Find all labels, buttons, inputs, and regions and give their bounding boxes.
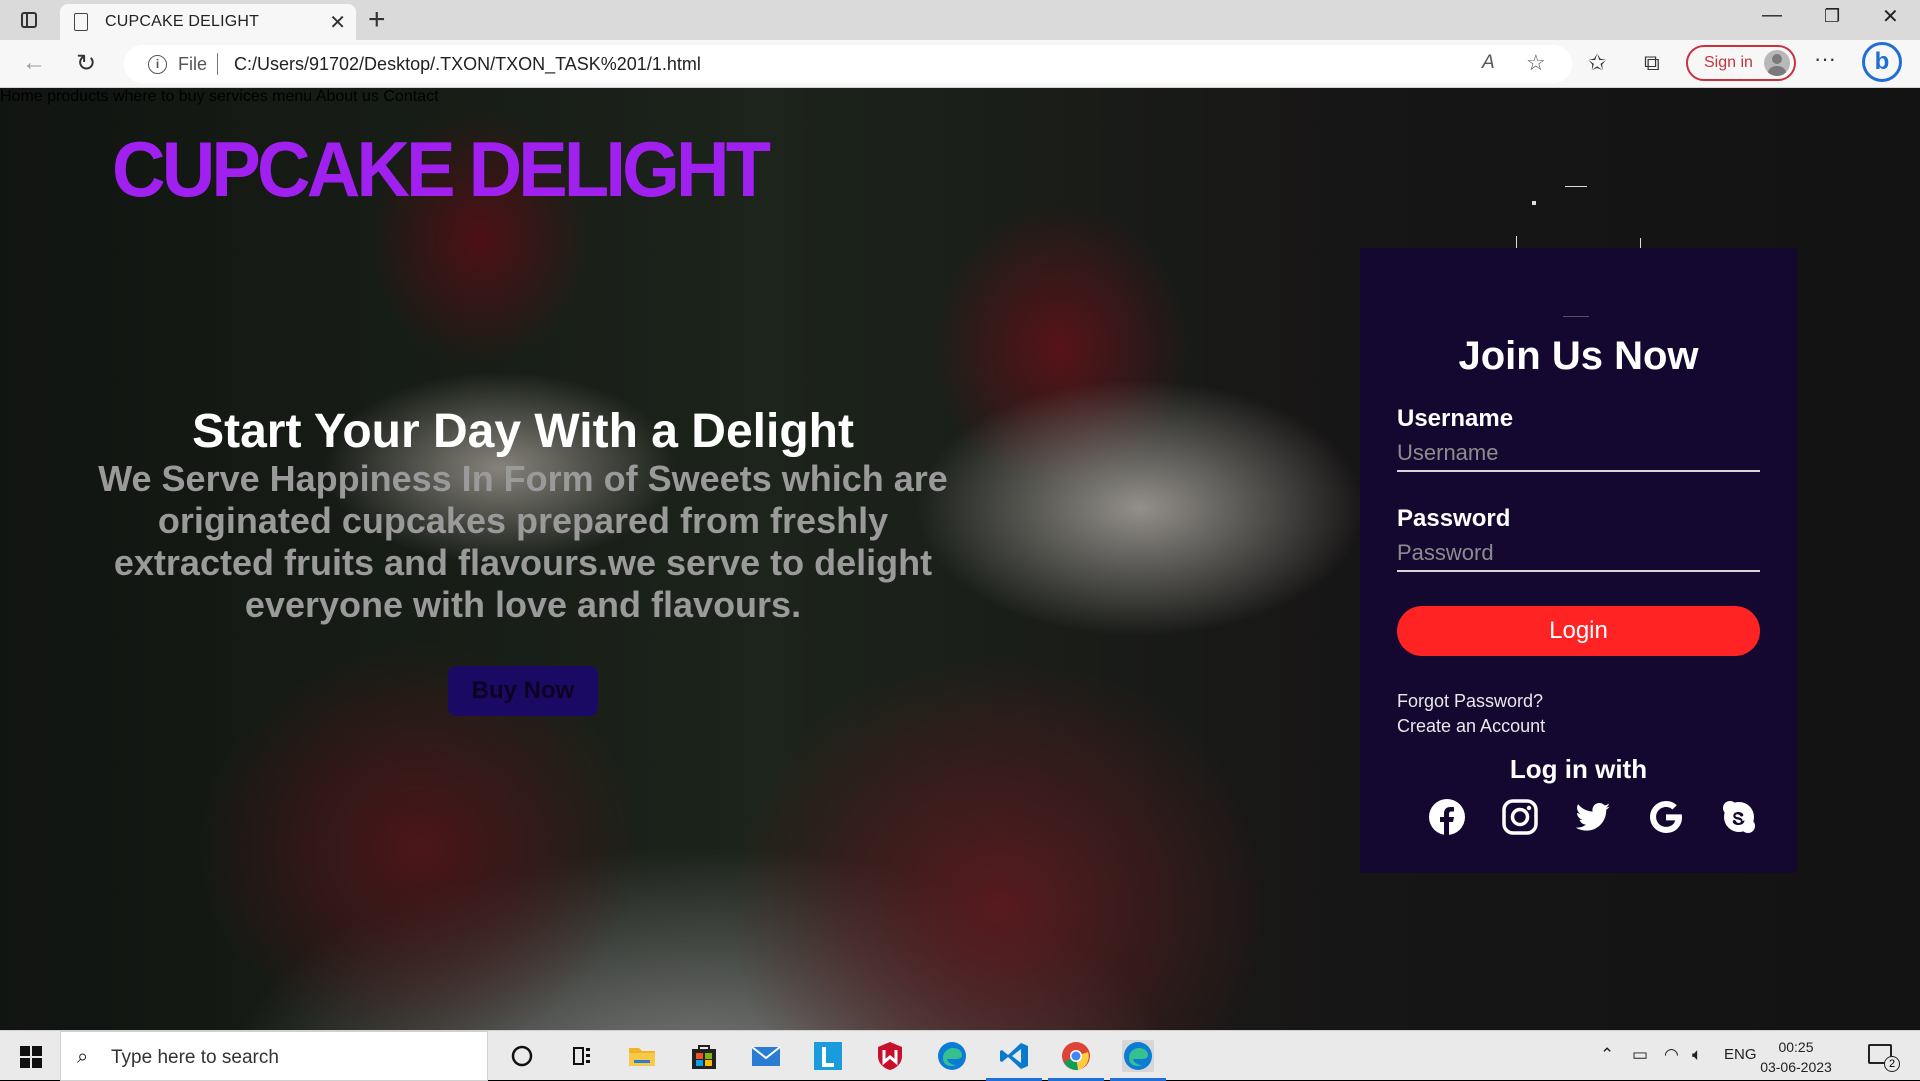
- battery-icon[interactable]: ▭: [1632, 1045, 1648, 1065]
- favorites-icon[interactable]: ✩: [1588, 50, 1606, 76]
- show-hidden-icons-icon[interactable]: ⌃: [1600, 1045, 1614, 1065]
- instagram-icon[interactable]: [1501, 798, 1539, 836]
- chrome-icon[interactable]: [1048, 1040, 1104, 1081]
- address-bar[interactable]: i File C:/Users/91702/Desktop/.TXON/TXON…: [124, 45, 1572, 83]
- notifications-icon[interactable]: 2: [1868, 1044, 1900, 1072]
- login-with-label: Log in with: [1509, 754, 1648, 784]
- search-placeholder: Type here to search: [111, 1047, 279, 1068]
- avatar-icon: [1764, 50, 1790, 76]
- login-title: Join Us Now: [1458, 334, 1699, 378]
- username-label: Username: [1397, 405, 1514, 432]
- buy-now-button[interactable]: Buy Now: [448, 666, 598, 716]
- page-icon: [74, 13, 88, 31]
- windows-taskbar: ⌕ Type here to search ⌃ ▭ ◠ 🔈︎ ENG 00:25…: [0, 1030, 1920, 1081]
- sign-in-label: Sign in: [1704, 54, 1753, 71]
- collections-icon[interactable]: ⧉: [1644, 50, 1660, 76]
- google-icon[interactable]: [1647, 798, 1685, 836]
- facebook-icon[interactable]: [1428, 798, 1466, 836]
- vscode-icon[interactable]: [986, 1040, 1042, 1081]
- sign-in-button[interactable]: Sign in: [1686, 45, 1796, 81]
- url-text[interactable]: C:/Users/91702/Desktop/.TXON/TXON_TASK%2…: [234, 54, 701, 75]
- info-icon[interactable]: i: [148, 55, 167, 74]
- edge-icon[interactable]: [936, 1040, 968, 1072]
- twitter-icon[interactable]: [1574, 798, 1612, 836]
- l-app-icon[interactable]: [812, 1040, 844, 1072]
- username-input[interactable]: [1397, 436, 1760, 472]
- minimize-icon[interactable]: —: [1762, 4, 1782, 27]
- address-toolbar: ← ↻ i File C:/Users/91702/Desktop/.TXON/…: [0, 40, 1920, 88]
- close-tab-icon[interactable]: ✕: [329, 10, 346, 35]
- stray-mark: [1563, 316, 1589, 317]
- cortana-icon[interactable]: [506, 1040, 538, 1072]
- hero-description: We Serve Happiness In Form of Sweets whi…: [98, 458, 948, 625]
- url-separator: [217, 53, 218, 75]
- clock-time: 00:25: [1778, 1039, 1814, 1055]
- close-window-icon[interactable]: ✕: [1882, 4, 1899, 29]
- read-aloud-icon[interactable]: A: [1482, 52, 1495, 74]
- taskbar-clock[interactable]: 00:25 03-06-2023: [1746, 1037, 1846, 1077]
- stray-mark: [1565, 186, 1587, 187]
- url-scheme-label: File: [178, 54, 208, 74]
- password-input[interactable]: [1397, 536, 1760, 572]
- login-panel: Join Us Now Username Password Login Forg…: [1360, 248, 1797, 873]
- refresh-icon[interactable]: ↻: [76, 49, 96, 78]
- volume-icon[interactable]: 🔈︎: [1692, 1045, 1702, 1065]
- tab-actions-icon[interactable]: [18, 9, 40, 31]
- windows-start-icon[interactable]: [20, 1046, 42, 1068]
- microsoft-store-icon[interactable]: [688, 1040, 720, 1072]
- browser-tab-bar: CUPCAKE DELIGHT ✕ + — ❐ ✕: [0, 0, 1920, 40]
- wifi-icon[interactable]: ◠: [1664, 1045, 1679, 1065]
- back-icon[interactable]: ←: [22, 49, 46, 77]
- web-page: CUPCAKE DELIGHT Home products where to b…: [0, 88, 1920, 1030]
- hero-title: Start Your Day With a Delight: [192, 405, 854, 458]
- more-options-icon[interactable]: ···: [1814, 46, 1836, 72]
- browser-tab[interactable]: CUPCAKE DELIGHT ✕: [60, 4, 356, 40]
- task-view-icon[interactable]: [566, 1040, 598, 1072]
- site-logo[interactable]: CUPCAKE DELIGHT: [112, 124, 771, 215]
- mcafee-icon[interactable]: [874, 1040, 906, 1072]
- mail-icon[interactable]: [750, 1040, 782, 1072]
- create-account-link[interactable]: Create an Account: [1397, 716, 1545, 737]
- notification-count: 2: [1884, 1056, 1900, 1072]
- new-tab-icon[interactable]: +: [368, 3, 386, 37]
- taskbar-search[interactable]: ⌕ Type here to search: [60, 1031, 488, 1081]
- file-explorer-icon[interactable]: [626, 1040, 658, 1072]
- edge-active-icon[interactable]: [1110, 1040, 1166, 1081]
- tab-title: CUPCAKE DELIGHT: [105, 13, 260, 30]
- clock-date: 03-06-2023: [1760, 1059, 1832, 1075]
- login-button[interactable]: Login: [1397, 606, 1760, 656]
- stray-mark: [1532, 201, 1536, 205]
- skype-icon[interactable]: [1720, 798, 1758, 836]
- forgot-password-link[interactable]: Forgot Password?: [1397, 691, 1543, 712]
- password-label: Password: [1397, 505, 1511, 532]
- restore-icon[interactable]: ❐: [1824, 6, 1840, 27]
- search-icon: ⌕: [77, 1046, 89, 1068]
- add-favorite-icon[interactable]: ☆: [1526, 50, 1546, 76]
- bing-icon[interactable]: b: [1862, 42, 1902, 82]
